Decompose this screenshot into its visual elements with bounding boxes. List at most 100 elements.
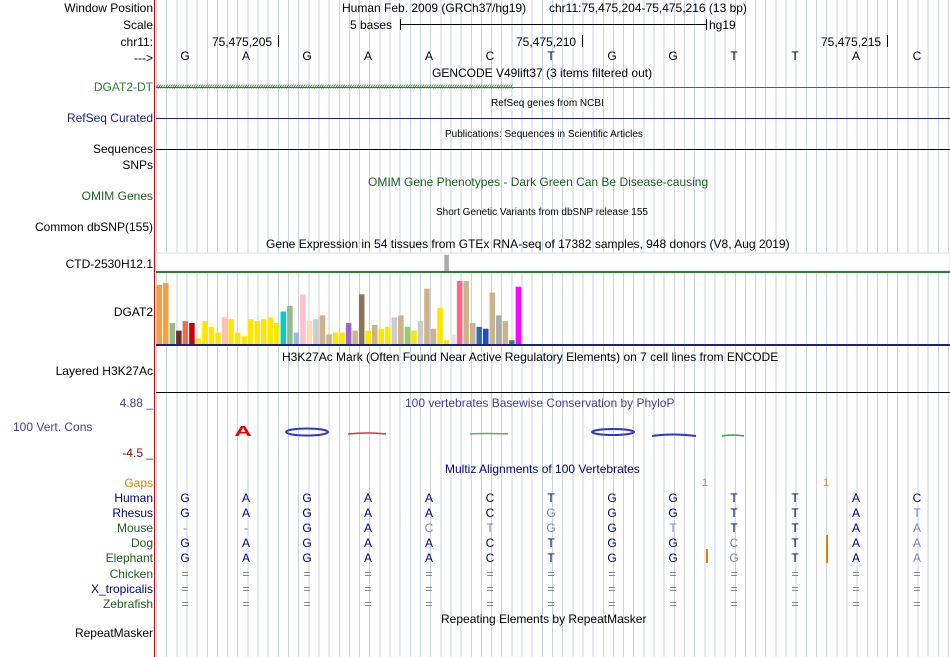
species-label-chicken[interactable]: Chicken (110, 567, 153, 581)
species-label-elephant[interactable]: Elephant (106, 551, 153, 565)
alignment-base: A (424, 506, 433, 521)
alignment-base: G (729, 551, 739, 566)
alignment-base: T (791, 551, 799, 566)
alignment-base: = (608, 581, 616, 596)
alignment-base: T (730, 521, 738, 536)
elephant-gap-bar-1 (706, 549, 708, 563)
alignment-base: A (241, 506, 250, 521)
alignment-base: T (791, 491, 799, 505)
alignment-base: = (913, 596, 921, 611)
alignment-base: G (607, 506, 617, 521)
alignment-base: A (363, 506, 372, 521)
alignment-base: = (364, 581, 372, 596)
cons-letter-a: A (234, 424, 251, 440)
alignment-base: G (607, 551, 617, 566)
alignment-base: = (425, 581, 433, 596)
alignment-base: = (608, 596, 616, 611)
alignment-base: G (668, 506, 678, 521)
alignment-base: A (363, 521, 372, 536)
alignment-base: C (485, 491, 495, 505)
alignment-base: = (486, 596, 494, 611)
gap-mark-2: 1 (823, 477, 830, 489)
alignment-base: = (547, 581, 555, 596)
alignment-base: T (791, 521, 799, 536)
alignment-base: A (424, 551, 433, 566)
alignment-base: G (302, 536, 312, 551)
species-label-zebrafish[interactable]: Zebrafish (103, 597, 153, 611)
alignment-base: = (486, 581, 494, 596)
alignment-base: A (912, 521, 921, 536)
alignment-base: = (730, 596, 738, 611)
species-label-rhesus[interactable]: Rhesus (112, 506, 153, 520)
alignment-base: G (180, 506, 190, 521)
alignment-base: G (302, 506, 312, 521)
alignment-base: C (485, 506, 495, 521)
alignment-base: = (913, 566, 921, 581)
alignment-base: = (425, 566, 433, 581)
alignment-base: G (180, 551, 190, 566)
alignment-base: C (912, 491, 922, 505)
alignment-base: A (363, 536, 372, 551)
alignment-base: G (607, 491, 617, 505)
alignment-base: A (363, 551, 372, 566)
alignment-base: C (424, 521, 434, 536)
alignment-base: G (302, 551, 312, 566)
alignment-base: = (242, 596, 250, 611)
species-label-x_tropicalis[interactable]: X_tropicalis (91, 582, 153, 596)
alignment-base: = (730, 581, 738, 596)
alignment-base: G (546, 506, 556, 521)
alignment-base: G (546, 521, 556, 536)
cons-letter-t (721, 434, 745, 437)
alignment-base: T (547, 491, 555, 505)
alignment-base: = (608, 566, 616, 581)
dog-gap-bar (826, 535, 828, 549)
alignment-base: A (851, 521, 860, 536)
alignment-base: = (913, 581, 921, 596)
alignment-base: G (302, 491, 312, 505)
alignment-base: = (669, 596, 677, 611)
alignment-base: = (669, 566, 677, 581)
alignment-base: - (183, 521, 187, 536)
alignment-base: A (424, 491, 433, 505)
alignment-base: = (791, 581, 799, 596)
alignment-base: = (181, 581, 189, 596)
alignment-base: G (668, 491, 678, 505)
alignment-base: = (852, 596, 860, 611)
alignment-base: - (244, 521, 248, 536)
alignment-base: = (486, 566, 494, 581)
alignment-base: T (669, 521, 677, 536)
alignment-base: A (851, 506, 860, 521)
repeat-title: Repeating Elements by RepeatMasker (441, 612, 647, 626)
cons-letter-g2 (591, 428, 635, 436)
alignment-base: = (364, 566, 372, 581)
species-label-dog[interactable]: Dog (131, 536, 153, 550)
alignment-base: T (547, 551, 555, 566)
alignment-base: A (851, 536, 860, 551)
gaps-label[interactable]: Gaps (124, 476, 153, 490)
alignment-base: = (242, 566, 250, 581)
multiz-title: Multiz Alignments of 100 Vertebrates (445, 462, 640, 476)
alignment-base: A (424, 536, 433, 551)
alignment-base: A (241, 491, 250, 505)
alignment-base: T (486, 521, 494, 536)
alignment-base: C (729, 536, 739, 551)
alignment-base: = (181, 566, 189, 581)
alignment-base: A (851, 551, 860, 566)
alignment-base: A (851, 491, 860, 505)
alignment-base: = (303, 596, 311, 611)
repeat-label[interactable]: RepeatMasker (75, 626, 153, 640)
alignment-base: T (730, 506, 738, 521)
alignment-base: = (852, 566, 860, 581)
cons-min-label: -4.5 _ (122, 446, 153, 460)
alignment-base: C (485, 536, 495, 551)
cons-letter-g3 (651, 433, 697, 437)
species-label-human[interactable]: Human (114, 491, 153, 505)
alignment-base: = (791, 596, 799, 611)
species-label-mouse[interactable]: Mouse (117, 521, 153, 535)
gap-mark-1: 1 (702, 477, 709, 489)
alignment-base: = (852, 581, 860, 596)
alignment-base: G (668, 536, 678, 551)
alignment-base: G (302, 521, 312, 536)
alignment-base: = (547, 566, 555, 581)
alignment-base: T (791, 536, 799, 551)
